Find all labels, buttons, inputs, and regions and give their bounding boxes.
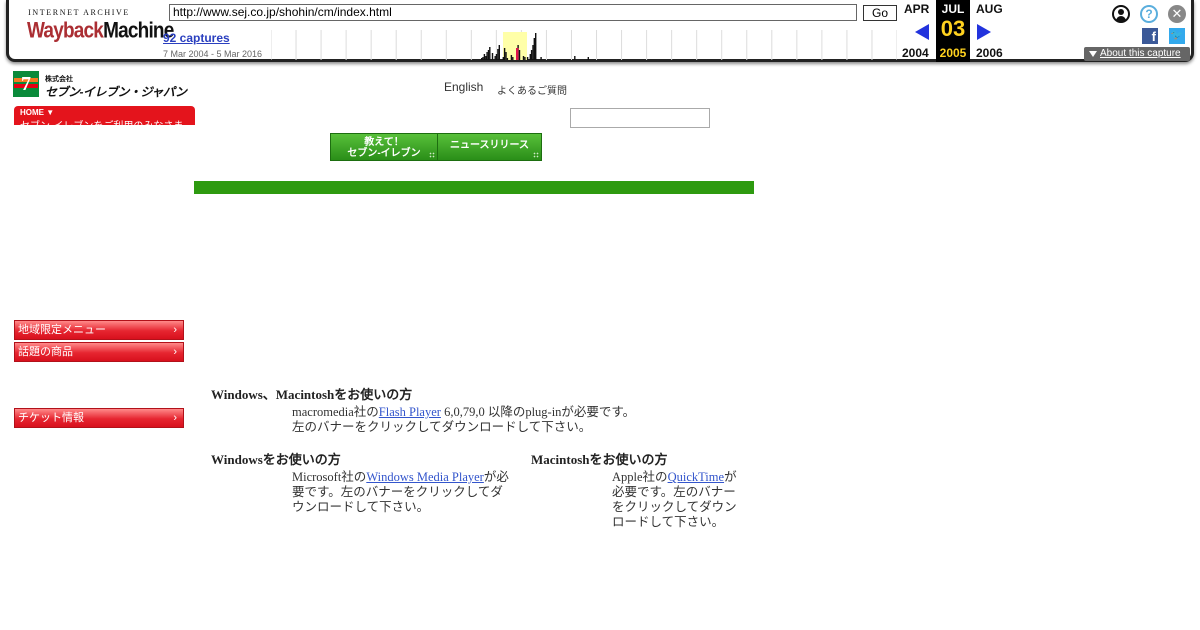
side-menu-regional[interactable]: 地域限定メニュー › [14, 320, 184, 340]
win-mac-heading: Windows、Macintoshをお使いの方 [211, 387, 413, 402]
sparkline-bar [574, 56, 576, 60]
wayback-url-input[interactable]: http://www.sej.co.jp/shohin/cm/index.htm… [169, 4, 857, 21]
next-month-label[interactable]: AUG [976, 2, 1003, 16]
chevron-right-icon: › [173, 412, 177, 424]
sparkline-bar [526, 57, 529, 60]
win-mac-text: macromedia社のFlash Player 6,0,79,0 以降のplu… [292, 405, 752, 435]
user-icon[interactable] [1112, 5, 1130, 23]
capture-sparkline[interactable] [271, 30, 897, 60]
captures-link[interactable]: 92 captures [163, 31, 230, 45]
twitter-icon[interactable]: 🐦 [1169, 28, 1185, 44]
faq-link[interactable]: よくあるご質問 [497, 82, 567, 97]
sparkline-bar [524, 57, 526, 60]
sparkline-current-marker [516, 48, 519, 60]
macintosh-heading: Macintoshをお使いの方 [531, 452, 668, 467]
logo-seven-icon: 7 [21, 73, 31, 95]
sparkline-bar [540, 57, 542, 60]
home-tab-label: HOME ▼ [20, 108, 55, 117]
win-mac-post: 6,0,79,0 以降のplug-inが必要です。 [440, 405, 636, 419]
sparkline-bar [495, 54, 498, 60]
wayback-toolbar: INTERNET ARCHIVE WaybackMachine http://w… [6, 0, 1194, 62]
chevron-right-icon: › [173, 324, 177, 336]
close-icon[interactable]: ✕ [1168, 5, 1186, 23]
about-capture-button[interactable]: About this capture [1084, 47, 1190, 61]
nav-button-news-label: ニュースリリース [450, 140, 529, 151]
windows-media-player-link[interactable]: Windows Media Player [366, 470, 484, 484]
home-tab-subtitle: セブン-イレブンをご利用のみなさま [20, 117, 183, 125]
sparkline-bar [530, 50, 533, 60]
side-menu-tickets[interactable]: チケット情報 › [14, 408, 184, 428]
quicktime-link[interactable]: QuickTime [668, 470, 725, 484]
sparkline-bar [535, 33, 537, 60]
facebook-icon[interactable]: f [1142, 28, 1158, 44]
sparkline-bar [505, 52, 507, 60]
sparkline-bar [486, 52, 488, 60]
wayback-logo-word: WaybackMachine [27, 18, 174, 46]
seven-eleven-logo-icon[interactable]: 7 [13, 71, 39, 97]
sparkline-bar [503, 48, 506, 60]
side-menu-tickets-label: チケット情報 [18, 412, 84, 424]
sparkline-bar [506, 58, 509, 60]
win-mac-pre: macromedia社の [292, 405, 379, 419]
next-capture-arrow-icon[interactable] [977, 24, 991, 40]
sparkline-bar [482, 57, 484, 60]
sparkline-bar [487, 50, 490, 60]
current-month: JUL [941, 2, 965, 16]
sparkline-bar [497, 49, 499, 60]
side-menu-regional-label: 地域限定メニュー [18, 324, 106, 336]
nav-button-oshiete-label: 教えて！ セブン-イレブン [347, 137, 421, 159]
logo-word-wayback: Wayback [27, 19, 104, 44]
sparkline-bar [587, 57, 589, 60]
side-menu-featured[interactable]: 話題の商品 › [14, 342, 184, 362]
prev-month-label[interactable]: APR [904, 2, 929, 16]
sparkline-bar [498, 45, 500, 60]
windows-text: Microsoft社のWindows Media Playerが必要です。左のバ… [292, 470, 514, 515]
sparkline-bar [502, 57, 504, 60]
capture-date-range: 7 Mar 2004 - 5 Mar 2016 [163, 49, 263, 59]
win-mac-line2: 左のバナーをクリックしてダウンロードして下さい。 [292, 420, 592, 434]
flash-player-link[interactable]: Flash Player [379, 405, 441, 419]
wayback-logo[interactable]: INTERNET ARCHIVE WaybackMachine [27, 8, 174, 48]
macintosh-text: Apple社のQuickTimeが必要です。左のバナーをクリックしてダウンロード… [612, 470, 748, 530]
grip-dots-icon [533, 152, 539, 158]
current-capture-date: JUL 03 2005 [936, 0, 970, 62]
mac-pre: Apple社の [612, 470, 668, 484]
windows-heading: Windowsをお使いの方 [211, 452, 341, 467]
green-divider-bar [194, 181, 754, 194]
sparkline-bar [522, 56, 525, 60]
wayback-logo-top: INTERNET ARCHIVE [28, 8, 130, 17]
sparkline-bar [529, 54, 531, 60]
home-tab[interactable]: HOME ▼ セブン-イレブンをご利用のみなさま [14, 106, 195, 125]
corp-name[interactable]: セブン-イレブン・ジャパン [45, 83, 187, 100]
sparkline-bar [483, 54, 486, 60]
prev-year-label[interactable]: 2004 [902, 46, 929, 60]
current-day: 03 [940, 16, 966, 41]
grip-dots-icon [429, 152, 435, 158]
sparkline-bar [494, 56, 496, 60]
search-input[interactable] [570, 108, 710, 128]
sparkline-bar [533, 38, 535, 60]
english-link[interactable]: English [444, 80, 483, 94]
sparkline-bar [489, 47, 491, 60]
nav-button-news-release[interactable]: ニュースリリース [437, 133, 542, 161]
next-year-label[interactable]: 2006 [976, 46, 1003, 60]
chevron-right-icon: › [173, 346, 177, 358]
about-capture-label: About this capture [1100, 48, 1181, 59]
sparkline-bar [510, 55, 513, 60]
sparkline-bar [532, 45, 534, 60]
sparkline-bar [512, 57, 514, 60]
go-button[interactable]: Go [863, 5, 897, 21]
side-menu-featured-label: 話題の商品 [18, 346, 73, 358]
sparkline-bar [518, 50, 521, 60]
sparkline-bar [485, 56, 487, 60]
help-icon[interactable]: ? [1140, 5, 1158, 23]
windows-pre: Microsoft社の [292, 470, 367, 484]
sparkline-bar [491, 53, 494, 60]
sparkline-bar [481, 58, 483, 60]
prev-capture-arrow-icon[interactable] [915, 24, 929, 40]
current-year: 2005 [939, 46, 967, 60]
nav-button-oshiete[interactable]: 教えて！ セブン-イレブン [330, 133, 438, 161]
